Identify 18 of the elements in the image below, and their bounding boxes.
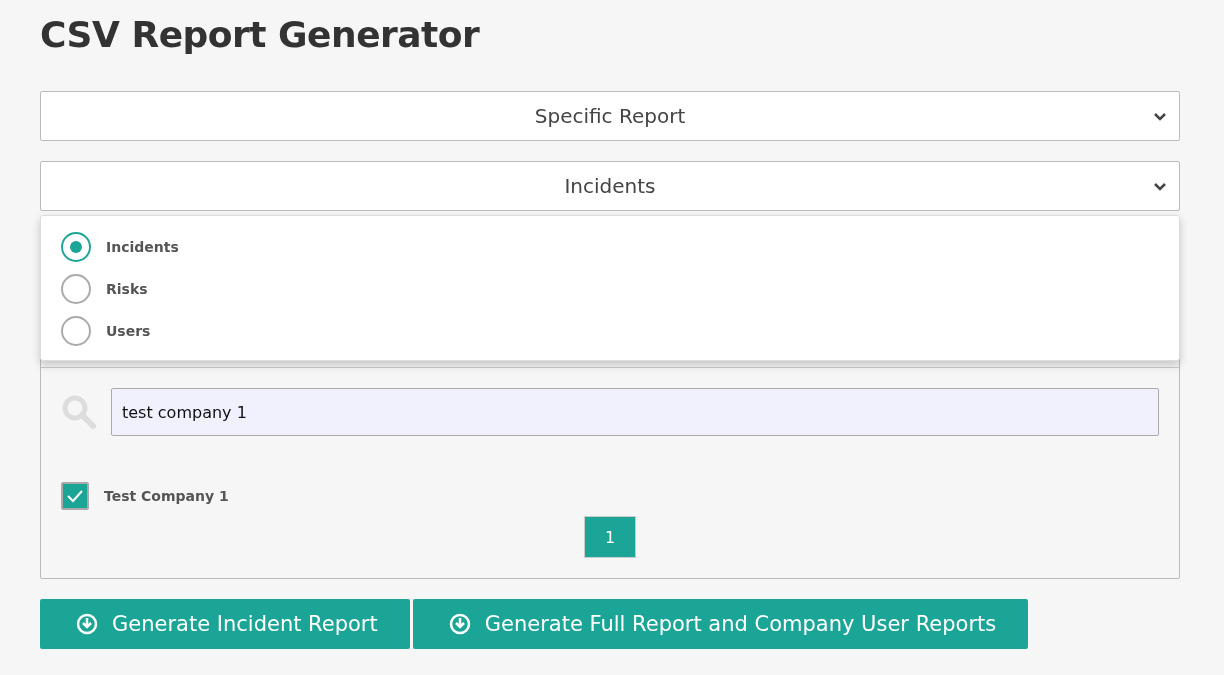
option-label[interactable]: Users	[106, 323, 151, 339]
download-icon	[448, 613, 471, 635]
checkmark-icon	[66, 489, 84, 503]
checkbox[interactable]	[61, 482, 89, 510]
company-label[interactable]: Test Company 1	[104, 488, 229, 504]
option-label[interactable]: Risks	[106, 281, 148, 297]
radio-button[interactable]	[61, 232, 91, 262]
option-label[interactable]: Incidents	[106, 239, 179, 255]
search-field[interactable]: test company 1	[111, 388, 1159, 436]
radio-button[interactable]	[61, 274, 91, 304]
chevron-icon	[1153, 182, 1167, 192]
dropdown-select[interactable]: Incidents	[40, 161, 1180, 211]
download-icon	[76, 613, 98, 635]
radio-button[interactable]	[61, 316, 91, 346]
page-title: CSV Report Generator	[40, 14, 481, 55]
dropdown-select[interactable]: Specific Report	[40, 91, 1180, 141]
search-icon	[61, 394, 97, 430]
chevron-icon	[1153, 112, 1167, 122]
